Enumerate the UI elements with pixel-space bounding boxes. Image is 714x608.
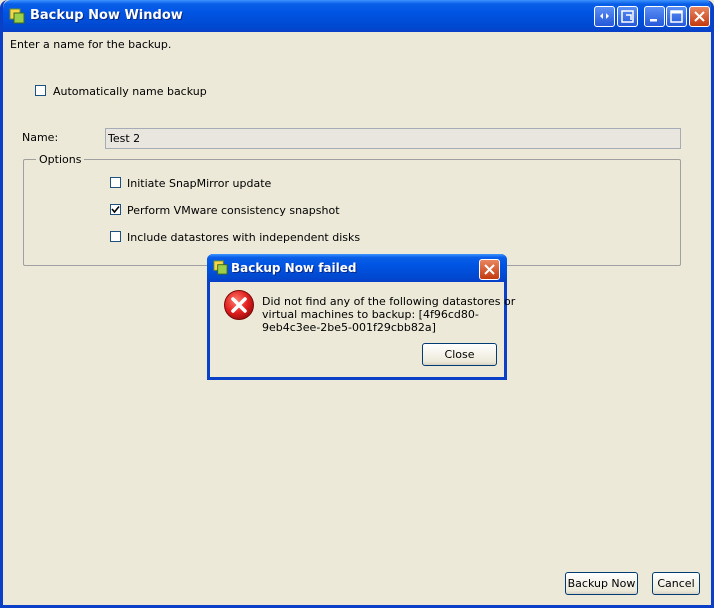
options-groupbox (23, 159, 681, 266)
backup-now-button[interactable]: Backup Now (565, 572, 638, 595)
dialog-title: Backup Now failed (231, 261, 357, 275)
dialog-message-line: 9eb4c3ee-2be5-001f29cbb82a] (262, 321, 436, 334)
error-dialog: Backup Now failed Did not find any of th… (207, 254, 516, 380)
minimize-icon[interactable] (644, 6, 665, 27)
dialog-message: Did not find any of the following datast… (262, 295, 516, 334)
dialog-message-line: virtual machines to backup: [4f96cd80- (262, 308, 479, 321)
instruction-text: Enter a name for the backup. (10, 38, 172, 51)
name-input[interactable] (105, 128, 681, 149)
vmware-app-icon (213, 260, 228, 275)
dialog-close-icon[interactable] (479, 259, 500, 280)
window-titlebar[interactable]: Backup Now Window (3, 0, 711, 32)
restore-layout-icon[interactable] (594, 6, 615, 27)
name-label: Name: (22, 131, 59, 144)
checkmark-icon (111, 205, 120, 214)
snapmirror-label: Initiate SnapMirror update (127, 177, 272, 190)
independent-disks-label: Include datastores with independent disk… (127, 231, 361, 244)
vmware-snapshot-label: Perform VMware consistency snapshot (127, 204, 340, 217)
detach-window-icon[interactable] (617, 6, 638, 27)
vmware-app-icon (9, 8, 25, 24)
dialog-close-button[interactable]: Close (422, 343, 497, 366)
dialog-titlebar[interactable]: Backup Now failed (207, 254, 507, 282)
maximize-icon[interactable] (666, 6, 687, 27)
auto-name-label: Automatically name backup (53, 85, 207, 98)
dialog-message-line: Did not find any of the following datast… (262, 295, 516, 308)
window-title: Backup Now Window (30, 8, 183, 23)
error-icon (224, 290, 254, 320)
auto-name-checkbox[interactable] (35, 85, 46, 96)
cancel-button[interactable]: Cancel (652, 572, 700, 595)
options-legend: Options (36, 153, 85, 166)
snapmirror-checkbox[interactable] (110, 177, 121, 188)
independent-disks-checkbox[interactable] (110, 231, 121, 242)
close-icon[interactable] (689, 6, 710, 27)
vmware-snapshot-checkbox[interactable] (110, 204, 121, 215)
